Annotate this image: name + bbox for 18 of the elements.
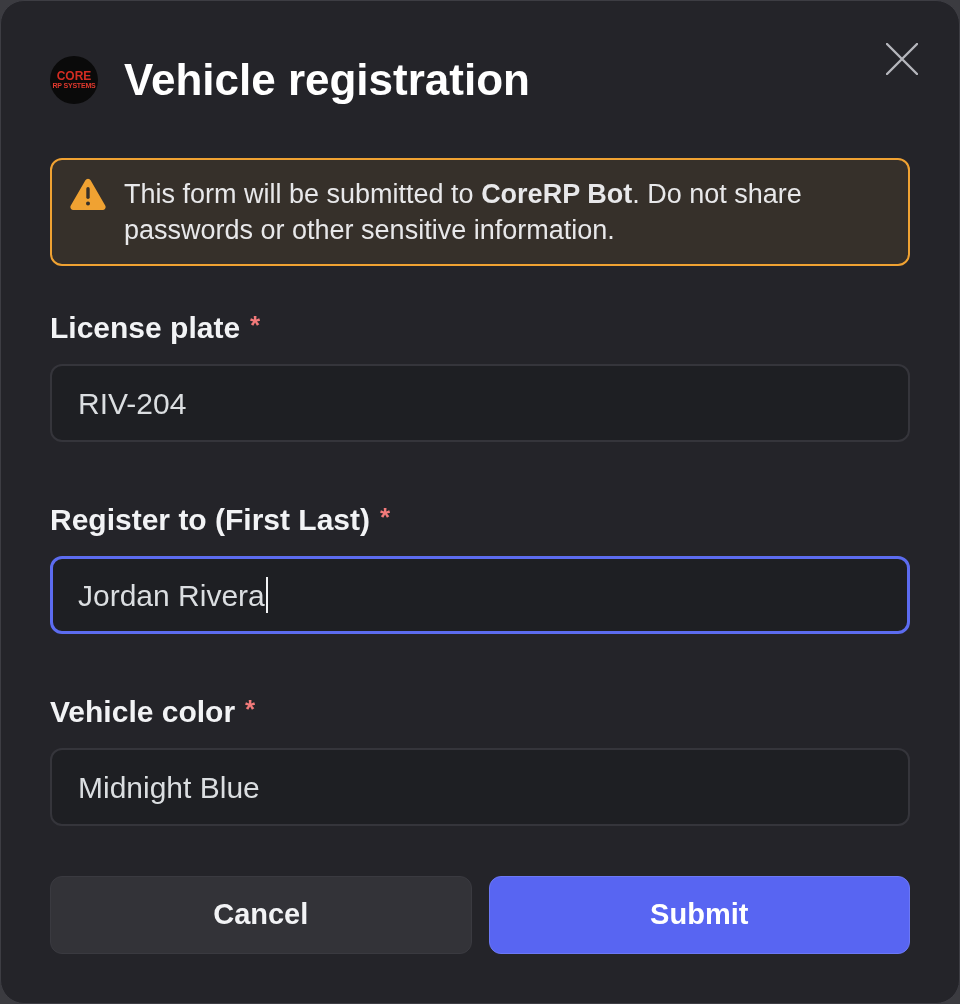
logo-text: CORE — [56, 70, 92, 82]
input-field[interactable]: Midnight Blue — [50, 748, 910, 826]
input-field[interactable]: RIV-204 — [50, 364, 910, 442]
close-icon — [886, 43, 918, 75]
warning-icon — [70, 178, 106, 210]
field-label: Vehicle color — [50, 694, 236, 730]
required-mark: * — [380, 502, 391, 532]
close-button[interactable] — [884, 41, 920, 77]
field-label: License plate — [50, 310, 241, 346]
dialog-title: Vehicle registration — [124, 56, 530, 104]
notice-text: This form will be submitted to CoreRP Bot. Do not share passwords or other sensitive information. — [124, 178, 803, 247]
field-label: Register to (First Last) — [50, 502, 371, 538]
input-field[interactable]: Jordan Rivera — [50, 556, 910, 634]
required-mark: * — [250, 310, 261, 340]
submit-button[interactable]: Submit — [488, 876, 910, 954]
required-mark: * — [245, 694, 256, 724]
text-cursor-icon — [265, 577, 268, 613]
cancel-button[interactable]: Cancel — [50, 876, 472, 954]
